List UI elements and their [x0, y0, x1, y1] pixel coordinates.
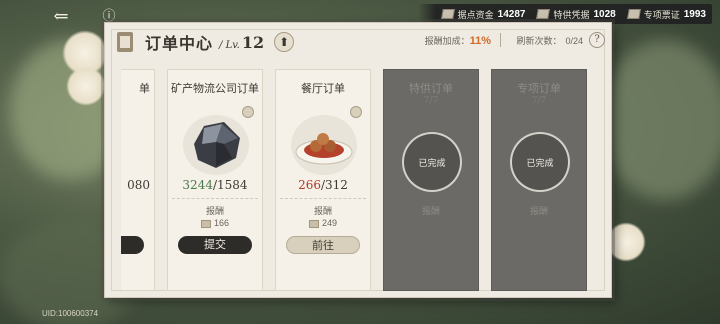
flower-decoration [66, 66, 106, 106]
resource-voucher[interactable]: 特供凭据 1028 [531, 4, 621, 24]
completed-stamp: 已完成 [510, 132, 570, 192]
resource-funds[interactable]: 据点资金 14287 [436, 4, 532, 24]
background-foliage [600, 40, 720, 200]
level-prefix: / Lv. [219, 39, 240, 51]
resource-value: 14287 [497, 8, 526, 20]
card-action-button[interactable] [121, 236, 144, 254]
voucher-icon [536, 9, 551, 19]
card-name: 特供订单 [409, 82, 453, 95]
level-indicator: / Lv. 12 [219, 33, 264, 52]
reward-label: 报酬 [421, 207, 440, 217]
count-current: 266 [298, 178, 321, 192]
resource-value: 1028 [593, 8, 616, 20]
order-card-dedicated[interactable]: 专项订单 7/7 已完成 报酬 [491, 69, 587, 291]
reward-label: 报酬 [313, 207, 332, 217]
card-name: 专项订单 [517, 82, 561, 95]
resource-label: 据点资金 [457, 10, 494, 21]
reward-value: 166 [213, 218, 230, 228]
refresh-value: 0/24 [565, 36, 583, 46]
submit-button[interactable]: 提交 [178, 236, 252, 254]
ticket-icon [626, 9, 641, 19]
resource-bar: 据点资金 14287 特供凭据 1028 专项票证 1993 [417, 4, 712, 24]
order-card-special[interactable]: 特供订单 7/7 已完成 报酬 [383, 69, 479, 291]
coin-icon [242, 106, 254, 118]
card-divider [280, 198, 366, 199]
dish-icon [291, 115, 357, 175]
ore-icon [183, 115, 249, 175]
coin-icon [350, 106, 362, 118]
order-center-panel: 订单中心 / Lv. 12 ⬆ 报酬加成：11% 刷新次数： 0/24 ? 单 0… [104, 22, 612, 298]
refresh-count: 刷新次数： 0/24 [516, 34, 583, 47]
reward-bonus: 报酬加成：11% [425, 34, 491, 47]
voucher-icon [308, 219, 319, 228]
count-current: 3244 [182, 178, 213, 192]
card-count: 266/312 [276, 178, 370, 192]
order-card-partial[interactable]: 单 080 [121, 69, 155, 291]
level-up-button[interactable]: ⬆ [274, 32, 295, 52]
card-progress: 7/7 [423, 96, 439, 106]
card-count: 3244/1584 [168, 178, 262, 192]
scroll-icon [117, 32, 133, 52]
question-icon: ? [594, 34, 600, 45]
help-button[interactable]: ? [589, 32, 605, 48]
funds-icon [440, 9, 455, 19]
bonus-value: 11% [469, 35, 491, 47]
reward-amount: 166 [168, 218, 262, 228]
back-button[interactable]: ⇐ [48, 6, 74, 28]
reward-value: 249 [321, 218, 338, 228]
resource-label: 专项票证 [643, 10, 680, 21]
count-total: /312 [320, 178, 348, 192]
count-total: /1584 [212, 178, 248, 192]
arrow-up-icon: ⬆ [279, 35, 290, 49]
reward-amount: 249 [276, 218, 370, 228]
card-count: 080 [127, 178, 150, 192]
card-divider [172, 198, 258, 199]
level-value: 12 [241, 32, 265, 52]
card-name: 单 [139, 82, 150, 95]
card-name: 餐厅订单 [301, 82, 345, 95]
header-divider [500, 33, 501, 47]
reward-label: 报酬 [205, 207, 224, 217]
back-arrow-icon: ⇐ [53, 6, 69, 27]
user-id: UID:100600374 [42, 309, 99, 318]
flower-decoration [606, 222, 646, 262]
completed-label: 已完成 [526, 158, 554, 169]
resource-value: 1993 [683, 8, 706, 20]
go-button[interactable]: 前往 [286, 236, 360, 254]
reward-label: 报酬 [529, 207, 548, 217]
page-title: 订单中心 [145, 34, 214, 53]
bonus-label: 报酬加成： [424, 37, 470, 47]
resource-label: 特供凭据 [553, 10, 590, 21]
order-card-restaurant[interactable]: 餐厅订单 266/312 报酬 249 前往 [275, 69, 371, 291]
completed-stamp: 已完成 [402, 132, 462, 192]
completed-label: 已完成 [418, 158, 446, 169]
card-progress: 7/7 [531, 96, 547, 106]
refresh-label: 刷新次数： [516, 37, 562, 47]
voucher-icon [200, 219, 211, 228]
card-name: 矿产物流公司订单 [171, 82, 259, 95]
order-card-mining[interactable]: 矿产物流公司订单 3244/1584 报酬 166 提交 [167, 69, 263, 291]
order-card-list[interactable]: 单 080 矿产物流公司订单 3244/1584 报酬 166 提交 餐厅订单 [121, 69, 597, 291]
resource-ticket[interactable]: 专项票证 1993 [622, 4, 712, 24]
